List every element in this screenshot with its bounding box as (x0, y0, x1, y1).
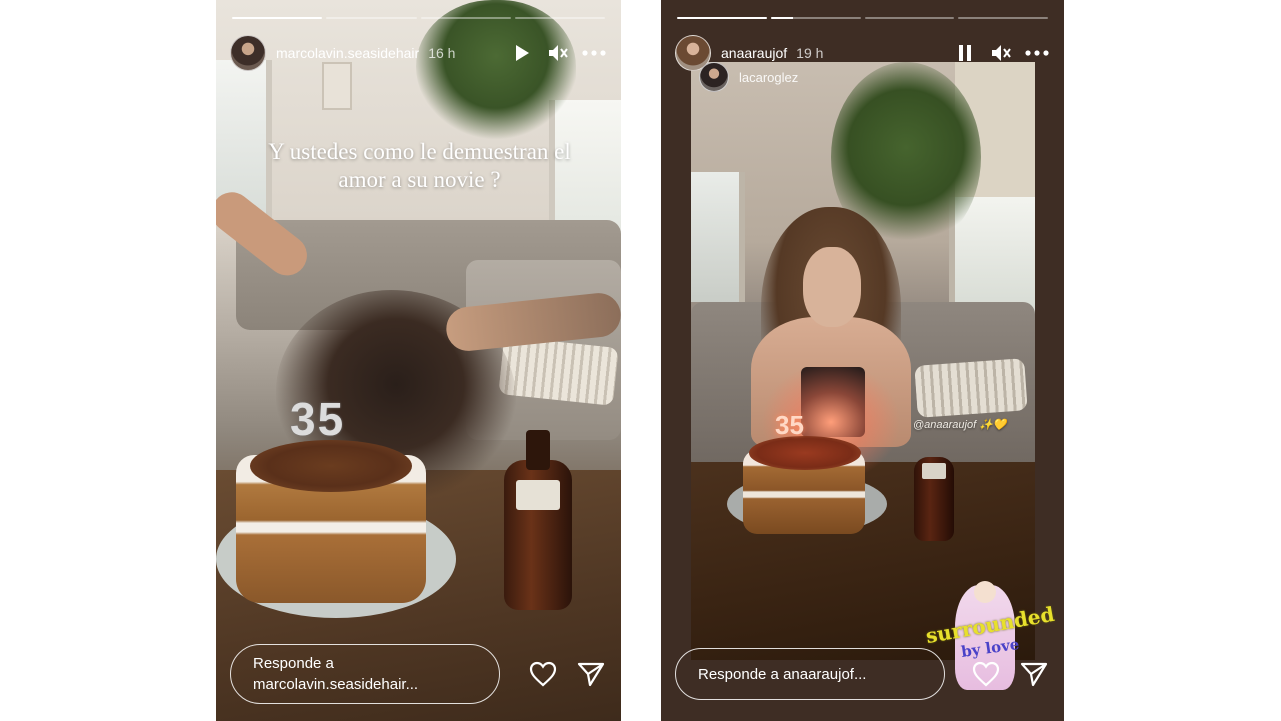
story-header: marcolavin.seasidehair 16 h (230, 34, 607, 72)
username[interactable]: marcolavin.seasidehair (276, 45, 419, 61)
send-icon[interactable] (1018, 658, 1050, 690)
collaborator-username[interactable]: lacaroglez (739, 70, 798, 85)
progress-segment (420, 17, 511, 19)
progress-segment (677, 17, 767, 19)
progress-segment (514, 17, 605, 19)
more-icon[interactable] (1024, 40, 1050, 66)
progress-segment (326, 17, 417, 19)
mute-icon[interactable] (988, 40, 1014, 66)
mute-icon[interactable] (545, 40, 571, 66)
progress-segment (770, 17, 861, 19)
beer-bottle (504, 430, 572, 610)
heart-icon[interactable] (970, 658, 1002, 690)
collaborator[interactable]: lacaroglez (699, 62, 798, 92)
heart-icon[interactable] (527, 658, 559, 690)
send-icon[interactable] (575, 658, 607, 690)
mention-tag[interactable]: @anaaraujof ✨💛 (913, 418, 1007, 431)
time-ago: 16 h (428, 45, 456, 61)
progress-segment (864, 17, 955, 19)
cake-topping (250, 440, 412, 492)
avatar[interactable] (230, 35, 266, 71)
striped-pillow (498, 336, 619, 406)
progress-bar (232, 17, 605, 19)
reply-input[interactable]: Responde a anaaraujof... (675, 648, 945, 700)
collaborator-avatar[interactable] (699, 62, 729, 92)
more-icon[interactable] (581, 40, 607, 66)
person-face (803, 247, 861, 327)
story-caption: Y ustedes como le demuestran el amor a s… (268, 139, 571, 192)
story-photo: 35 @anaaraujof ✨💛 (691, 62, 1035, 660)
progress-segment (232, 17, 323, 19)
time-ago: 19 h (796, 45, 824, 61)
story-card-marcolavin[interactable]: 35 Y ustedes como le demuestran el amor … (216, 0, 621, 721)
username[interactable]: anaaraujof (721, 45, 787, 61)
reply-input[interactable]: Responde a marcolavin.seasidehair... (230, 644, 500, 704)
play-icon[interactable] (509, 40, 535, 66)
beer-bottle (914, 457, 954, 541)
story-footer: Responde a marcolavin.seasidehair... (230, 641, 607, 707)
number-candles: 35 (290, 393, 346, 445)
story-footer: Responde a anaaraujof... (675, 641, 1050, 707)
window (691, 172, 745, 302)
cake-topping (749, 436, 861, 470)
pause-icon[interactable] (952, 40, 978, 66)
progress-segment (958, 17, 1048, 19)
story-photo: 35 (216, 0, 621, 721)
number-candles: 35 (775, 410, 804, 440)
progress-bar (677, 17, 1048, 19)
story-card-anaaraujof[interactable]: 35 @anaaraujof ✨💛 surrounded by love ana… (661, 0, 1064, 721)
striped-pillow (914, 358, 1028, 418)
